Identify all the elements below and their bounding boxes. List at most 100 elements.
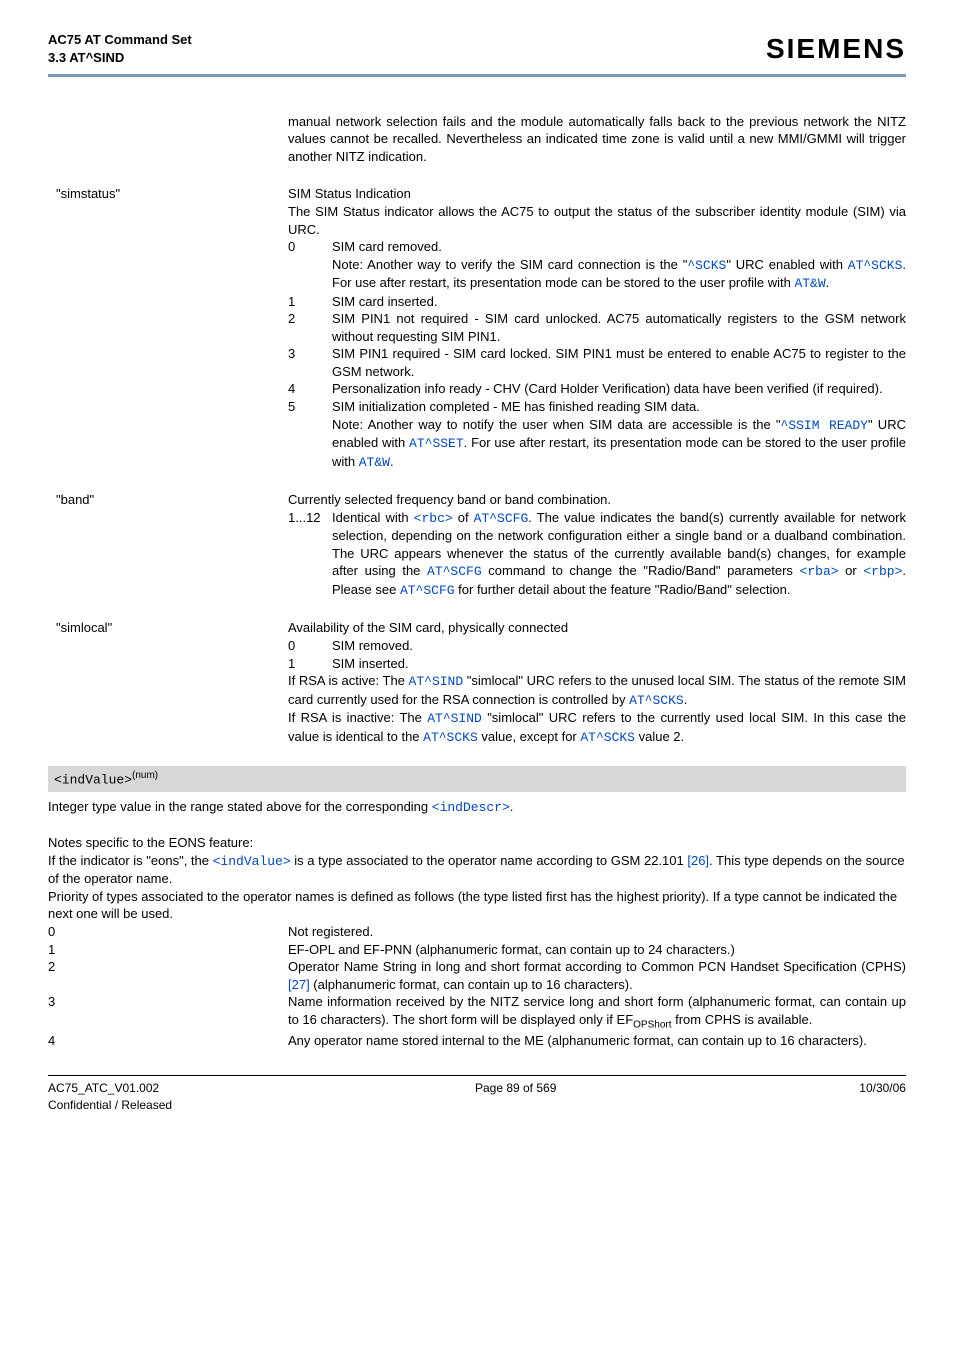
link-atscks[interactable]: AT^SCKS bbox=[580, 730, 635, 745]
item-number: 3 bbox=[288, 345, 332, 380]
doc-section: 3.3 AT^SIND bbox=[48, 49, 192, 67]
link-atscks[interactable]: AT^SCKS bbox=[423, 730, 478, 745]
row-num: 4 bbox=[48, 1032, 288, 1050]
page-footer: AC75_ATC_V01.002 Confidential / Released… bbox=[48, 1080, 906, 1112]
footer-right: 10/30/06 bbox=[859, 1080, 906, 1112]
item-number: 1...12 bbox=[288, 509, 332, 600]
list-item: 1 SIM card inserted. bbox=[288, 293, 906, 311]
list-item: 0 SIM card removed. Note: Another way to… bbox=[288, 238, 906, 293]
section-simstatus: "simstatus" SIM Status Indication The SI… bbox=[48, 185, 906, 471]
table-row: 1 EF-OPL and EF-PNN (alphanumeric format… bbox=[48, 941, 906, 959]
ref-26[interactable]: [26] bbox=[687, 853, 709, 868]
subscript: OPShort bbox=[633, 1019, 671, 1030]
item-text: Identical with <rbc> of AT^SCFG. The val… bbox=[332, 509, 906, 600]
eons-line1: If the indicator is "eons", the <indValu… bbox=[48, 852, 906, 888]
footer-rule bbox=[48, 1075, 906, 1076]
trailing-para: If RSA is active: The AT^SIND "simlocal"… bbox=[288, 672, 906, 709]
brand-logo: SIEMENS bbox=[766, 30, 906, 68]
list-item: 2 SIM PIN1 not required - SIM card unloc… bbox=[288, 310, 906, 345]
link-rbc[interactable]: <rbc> bbox=[414, 511, 453, 526]
link-atsset[interactable]: AT^SSET bbox=[409, 436, 464, 451]
item-text: SIM PIN1 not required - SIM card unlocke… bbox=[332, 310, 906, 345]
list-item: 1 SIM inserted. bbox=[288, 655, 906, 673]
param-sup: (num) bbox=[132, 770, 158, 781]
link-atsind[interactable]: AT^SIND bbox=[409, 674, 464, 689]
lead-para: The SIM Status indicator allows the AC75… bbox=[288, 203, 906, 238]
row-text: Name information received by the NITZ se… bbox=[288, 993, 906, 1032]
link-ssimready[interactable]: ^SSIM READY bbox=[781, 418, 868, 433]
row-text: Operator Name String in long and short f… bbox=[288, 958, 906, 993]
item-number: 1 bbox=[288, 293, 332, 311]
trailing-para: If RSA is inactive: The AT^SIND "simloca… bbox=[288, 709, 906, 746]
param-name: <indValue> bbox=[54, 773, 132, 788]
lead-para: Availability of the SIM card, physically… bbox=[288, 619, 906, 637]
item-text: SIM inserted. bbox=[332, 655, 906, 673]
param-desc: Integer type value in the range stated a… bbox=[48, 798, 906, 817]
item-number: 5 bbox=[288, 398, 332, 471]
item-text: Personalization info ready - CHV (Card H… bbox=[332, 380, 906, 398]
item-text: SIM card inserted. bbox=[332, 293, 906, 311]
row-text: Not registered. bbox=[288, 923, 906, 941]
ref-27[interactable]: [27] bbox=[288, 977, 310, 992]
item-text: SIM card removed. Note: Another way to v… bbox=[332, 238, 906, 293]
intro-paragraph: manual network selection fails and the m… bbox=[288, 113, 906, 166]
section-band: "band" Currently selected frequency band… bbox=[48, 491, 906, 599]
link-inddescr[interactable]: <indDescr> bbox=[432, 800, 510, 815]
eons-line2: Priority of types associated to the oper… bbox=[48, 888, 906, 923]
table-row: 2 Operator Name String in long and short… bbox=[48, 958, 906, 993]
row-num: 2 bbox=[48, 958, 288, 993]
row-num: 1 bbox=[48, 941, 288, 959]
link-atscfg[interactable]: AT^SCFG bbox=[474, 511, 529, 526]
footer-center: Page 89 of 569 bbox=[475, 1080, 556, 1112]
item-number: 4 bbox=[288, 380, 332, 398]
doc-title-block: AC75 AT Command Set 3.3 AT^SIND bbox=[48, 31, 192, 66]
link-atscfg[interactable]: AT^SCFG bbox=[400, 583, 455, 598]
link-atscks[interactable]: AT^SCKS bbox=[629, 693, 684, 708]
table-row: 4 Any operator name stored internal to t… bbox=[48, 1032, 906, 1050]
page-header: AC75 AT Command Set 3.3 AT^SIND SIEMENS bbox=[48, 30, 906, 74]
section-key: "simstatus" bbox=[48, 185, 288, 471]
lead-para: Currently selected frequency band or ban… bbox=[288, 491, 906, 509]
list-item: 5 SIM initialization completed - ME has … bbox=[288, 398, 906, 471]
link-atscks[interactable]: AT^SCKS bbox=[848, 258, 903, 273]
item-text: SIM PIN1 required - SIM card locked. SIM… bbox=[332, 345, 906, 380]
row-num: 3 bbox=[48, 993, 288, 1032]
intro-text: manual network selection fails and the m… bbox=[288, 113, 906, 166]
item-number: 0 bbox=[288, 238, 332, 293]
table-row: 0 Not registered. bbox=[48, 923, 906, 941]
link-rba[interactable]: <rba> bbox=[800, 564, 839, 579]
list-item: 3 SIM PIN1 required - SIM card locked. S… bbox=[288, 345, 906, 380]
link-rbp[interactable]: <rbp> bbox=[863, 564, 902, 579]
param-heading: <indValue>(num) bbox=[48, 766, 906, 792]
link-atsind[interactable]: AT^SIND bbox=[427, 711, 482, 726]
list-item: 1...12 Identical with <rbc> of AT^SCFG. … bbox=[288, 509, 906, 600]
item-number: 2 bbox=[288, 310, 332, 345]
section-body: SIM Status Indication The SIM Status ind… bbox=[288, 185, 906, 471]
link-atw[interactable]: AT&W bbox=[359, 455, 390, 470]
section-simlocal: "simlocal" Availability of the SIM card,… bbox=[48, 619, 906, 746]
link-atscfg[interactable]: AT^SCFG bbox=[427, 564, 482, 579]
item-text: SIM initialization completed - ME has fi… bbox=[332, 398, 906, 471]
list-item: 4 Personalization info ready - CHV (Card… bbox=[288, 380, 906, 398]
link-scks[interactable]: ^SCKS bbox=[687, 258, 726, 273]
item-text: SIM removed. bbox=[332, 637, 906, 655]
row-text: EF-OPL and EF-PNN (alphanumeric format, … bbox=[288, 941, 906, 959]
section-key: "simlocal" bbox=[48, 619, 288, 746]
header-rule bbox=[48, 74, 906, 77]
table-row: 3 Name information received by the NITZ … bbox=[48, 993, 906, 1032]
item-number: 1 bbox=[288, 655, 332, 673]
doc-title: AC75 AT Command Set bbox=[48, 31, 192, 49]
lead-para: SIM Status Indication bbox=[288, 185, 906, 203]
link-indvalue[interactable]: <indValue> bbox=[213, 854, 291, 869]
section-key: "band" bbox=[48, 491, 288, 599]
eons-table: 0 Not registered. 1 EF-OPL and EF-PNN (a… bbox=[48, 923, 906, 1049]
item-number: 0 bbox=[288, 637, 332, 655]
section-body: Currently selected frequency band or ban… bbox=[288, 491, 906, 599]
link-atw[interactable]: AT&W bbox=[794, 276, 825, 291]
row-num: 0 bbox=[48, 923, 288, 941]
footer-left: AC75_ATC_V01.002 Confidential / Released bbox=[48, 1080, 172, 1112]
section-body: Availability of the SIM card, physically… bbox=[288, 619, 906, 746]
list-item: 0 SIM removed. bbox=[288, 637, 906, 655]
eons-heading: Notes specific to the EONS feature: bbox=[48, 834, 906, 852]
row-text: Any operator name stored internal to the… bbox=[288, 1032, 906, 1050]
